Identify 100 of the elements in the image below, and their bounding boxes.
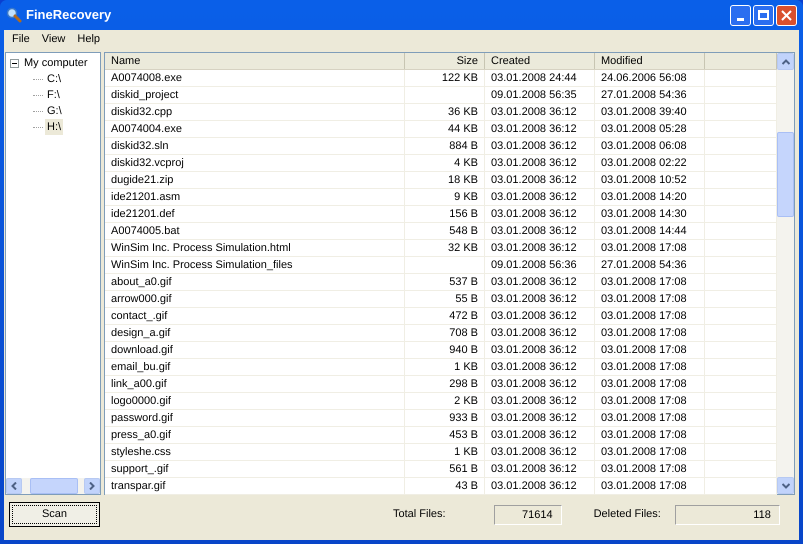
table-cell: 884 B: [449, 140, 478, 152]
magnifier-icon: [6, 7, 22, 23]
table-cell: arrow000.gif: [111, 293, 172, 305]
table-cell: 03.01.2008 17:08: [601, 344, 687, 356]
menu-item[interactable]: File: [6, 30, 36, 48]
table-cell: 472 B: [449, 310, 478, 322]
table-cell: 298 B: [449, 378, 478, 390]
table-cell: 03.01.2008 36:12: [491, 140, 577, 152]
table-cell: 453 B: [449, 429, 478, 441]
table-cell: 09.01.2008 56:35: [491, 89, 577, 101]
table-cell: 03.01.2008 17:08: [601, 293, 687, 305]
table-cell: 03.01.2008 36:12: [491, 344, 577, 356]
table-cell: 27.01.2008 54:36: [601, 89, 687, 101]
table-cell: 03.01.2008 36:12: [491, 293, 577, 305]
menu-item[interactable]: View: [36, 30, 72, 48]
table-cell: link_a00.gif: [111, 378, 167, 390]
table-cell: password.gif: [111, 412, 173, 424]
table-cell: 03.01.2008 36:12: [491, 123, 577, 135]
table-cell: download.gif: [111, 344, 173, 356]
count-field: 71614: [494, 504, 562, 524]
table-cell: 43 B: [455, 480, 478, 492]
table-cell: 561 B: [449, 463, 478, 475]
table-cell: 03.01.2008 02:22: [601, 157, 687, 169]
table-cell: 44 KB: [448, 123, 478, 135]
table-cell: 548 B: [449, 225, 478, 237]
table-cell: WinSim Inc. Process Simulation_files: [111, 259, 293, 271]
column-header[interactable]: Size: [405, 53, 485, 69]
table-cell: 03.01.2008 17:08: [601, 327, 687, 339]
table-cell: 1 KB: [454, 446, 478, 458]
column-header[interactable]: Modified: [595, 53, 705, 69]
table-cell: 1 KB: [454, 361, 478, 373]
tree-item[interactable]: C:\: [45, 70, 64, 88]
table-cell: 03.01.2008 36:12: [491, 361, 577, 373]
table-cell: diskid_project: [111, 89, 178, 101]
table-cell: 03.01.2008 36:12: [491, 412, 577, 424]
table-cell: ide21201.def: [111, 208, 175, 220]
table-cell: 03.01.2008 17:08: [601, 395, 687, 407]
close-icon: [781, 10, 792, 20]
table-cell: 03.01.2008 36:12: [491, 157, 577, 169]
table-cell: 03.01.2008 17:08: [601, 463, 687, 475]
table-cell: 03.01.2008 36:12: [491, 242, 577, 254]
table-cell: support_.gif: [111, 463, 168, 475]
tree-item[interactable]: F:\: [45, 86, 62, 104]
table-cell: logo0000.gif: [111, 395, 171, 407]
table-cell: 03.01.2008 14:44: [601, 225, 687, 237]
tree-item[interactable]: My computer: [23, 54, 89, 72]
table-cell: press_a0.gif: [111, 429, 171, 441]
tree-item[interactable]: H:\: [45, 118, 64, 136]
scroll-thumb[interactable]: [777, 132, 794, 217]
menu-item[interactable]: Help: [71, 30, 106, 48]
scroll-thumb[interactable]: [30, 478, 78, 494]
table-cell: styleshe.css: [111, 446, 171, 458]
table-cell: diskid32.sln: [111, 140, 168, 152]
window-title: FineRecovery: [26, 6, 112, 24]
table-cell: 36 KB: [448, 106, 478, 118]
maximize-button[interactable]: [753, 4, 774, 26]
status-label: Total Files:: [393, 507, 446, 522]
table-cell: A0074008.exe: [111, 72, 182, 84]
column-header[interactable]: Name: [105, 53, 405, 69]
horizontal-scrollbar[interactable]: [6, 478, 100, 494]
tree-item[interactable]: G:\: [45, 102, 64, 120]
table-cell: 933 B: [449, 412, 478, 424]
table-cell: 4 KB: [454, 157, 478, 169]
table-cell: 940 B: [449, 344, 478, 356]
table-cell: dugide21.zip: [111, 174, 174, 186]
table-cell: email_bu.gif: [111, 361, 170, 373]
table-cell: 156 B: [449, 208, 478, 220]
table-cell: 03.01.2008 17:08: [601, 310, 687, 322]
table-cell: 03.01.2008 36:12: [491, 310, 577, 322]
table-cell: 03.01.2008 05:28: [601, 123, 687, 135]
vertical-scrollbar[interactable]: [777, 53, 794, 494]
table-cell: 03.01.2008 36:12: [491, 208, 577, 220]
table-cell: 03.01.2008 10:52: [601, 174, 687, 186]
table-cell: 03.01.2008 06:08: [601, 140, 687, 152]
chevron-left-icon: [11, 482, 17, 490]
table-cell: 03.01.2008 36:12: [491, 446, 577, 458]
status-label: Deleted Files:: [594, 507, 661, 522]
table-cell: 09.01.2008 56:36: [491, 259, 577, 271]
chevron-down-icon: [782, 482, 790, 488]
table-cell: 03.01.2008 24:44: [491, 72, 577, 84]
table-cell: 03.01.2008 36:12: [491, 378, 577, 390]
table-cell: 03.01.2008 17:08: [601, 429, 687, 441]
table-cell: 03.01.2008 17:08: [601, 242, 687, 254]
table-cell: 03.01.2008 39:40: [601, 106, 687, 118]
table-cell: 03.01.2008 17:08: [601, 446, 687, 458]
column-header[interactable]: Created: [485, 53, 595, 69]
table-cell: diskid32.vcproj: [111, 157, 184, 169]
table-cell: 03.01.2008 36:12: [491, 395, 577, 407]
collapse-toggle[interactable]: [10, 58, 19, 68]
minimize-button[interactable]: [730, 4, 751, 26]
chevron-up-icon: [782, 58, 790, 64]
table-cell: 55 B: [455, 293, 478, 305]
table-cell: 03.01.2008 36:12: [491, 463, 577, 475]
table-cell: A0074004.exe: [111, 123, 182, 135]
table-cell: 9 KB: [454, 191, 478, 203]
table-cell: design_a.gif: [111, 327, 170, 339]
chevron-right-icon: [89, 482, 95, 490]
table-cell: 03.01.2008 14:20: [601, 191, 687, 203]
close-button[interactable]: [776, 4, 797, 26]
scan-button[interactable]: Scan: [9, 502, 100, 527]
